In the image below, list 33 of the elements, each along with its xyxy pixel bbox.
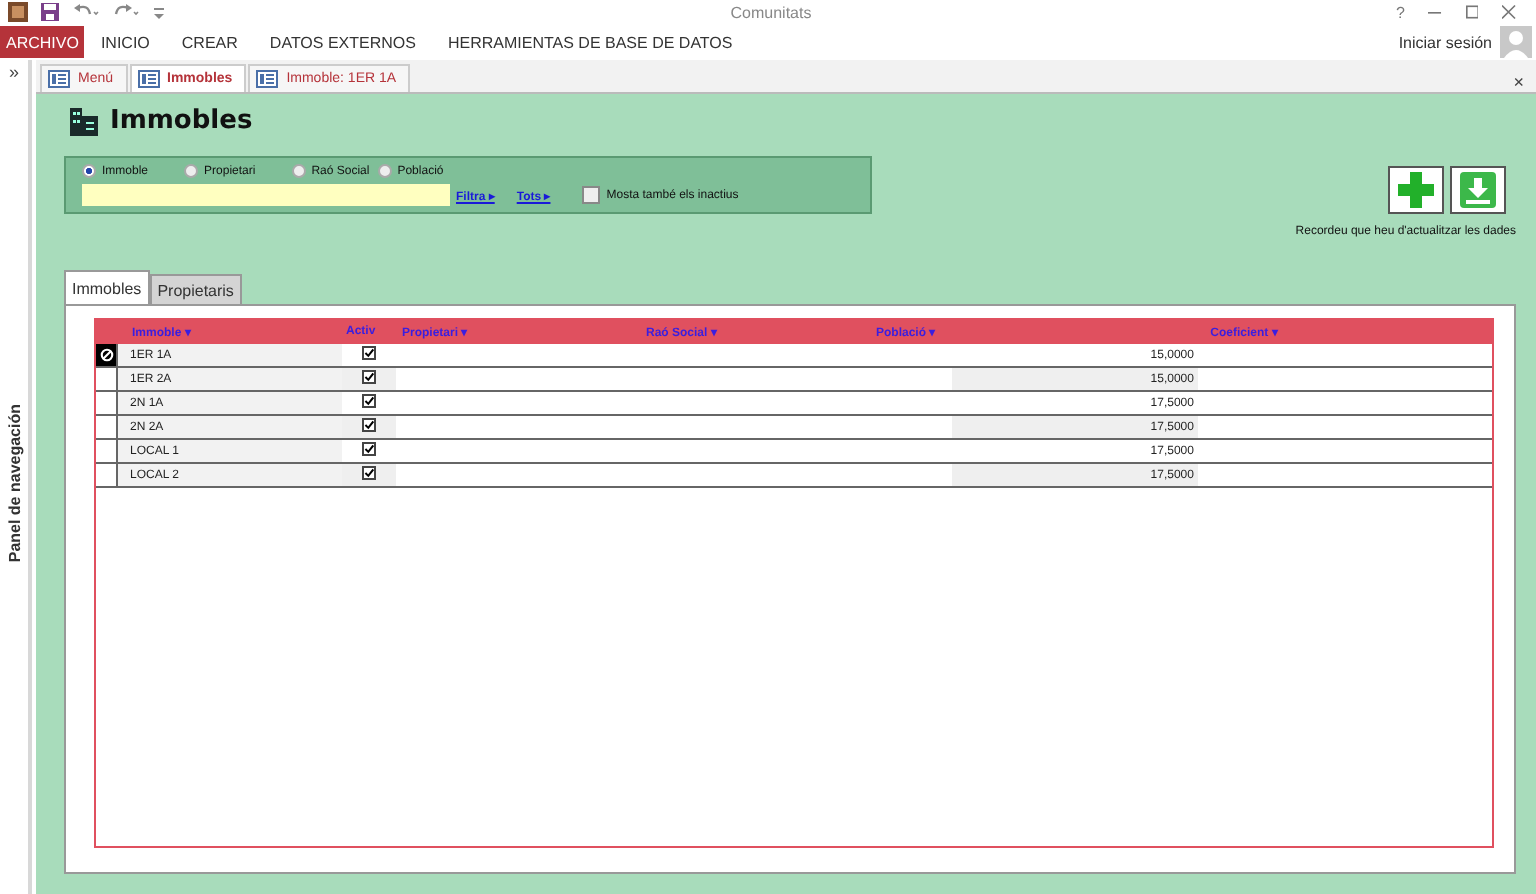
form-icon [137, 70, 160, 88]
active-checkbox[interactable] [362, 346, 376, 360]
ribbon-tab[interactable]: HERRAMIENTAS DE BASE DE DATOS [431, 26, 749, 58]
window-title: Comunitats [730, 3, 812, 21]
sign-in-link[interactable]: Iniciar sesión [1398, 33, 1492, 51]
form-icon [48, 70, 70, 88]
help-button[interactable]: ? [1396, 3, 1405, 21]
active-checkbox[interactable] [362, 370, 376, 384]
download-button[interactable] [1450, 166, 1506, 214]
search-field[interactable] [82, 184, 450, 206]
form-icon [256, 70, 279, 88]
close-icon[interactable] [1502, 4, 1516, 20]
ribbon-tab[interactable]: ARCHIVO [0, 26, 85, 58]
form-tab[interactable]: Immobles [64, 270, 150, 304]
active-checkbox[interactable] [362, 442, 376, 456]
ribbon-tab[interactable]: INICIO [84, 26, 166, 58]
form-title: Immobles [110, 106, 253, 136]
active-checkbox[interactable] [362, 418, 376, 432]
navigation-pane-label[interactable]: Panel de navegación [5, 404, 23, 563]
expand-button[interactable]: » [8, 60, 19, 84]
customize-icon[interactable] [152, 4, 166, 20]
ribbon-tab[interactable]: DATOS EXTERNOS [253, 26, 432, 58]
close-button[interactable]: × [1501, 72, 1536, 92]
row-selector[interactable] [96, 344, 118, 366]
add-button[interactable] [1388, 166, 1444, 214]
ribbon-tab[interactable]: CREAR [165, 26, 254, 58]
restore-icon[interactable] [1465, 4, 1479, 20]
active-checkbox[interactable] [362, 466, 376, 480]
form-tab[interactable]: Propietaris [149, 274, 242, 304]
save-icon[interactable] [40, 2, 60, 22]
app-icon[interactable] [8, 2, 28, 22]
building-icon [70, 107, 98, 135]
active-checkbox[interactable] [362, 394, 376, 408]
